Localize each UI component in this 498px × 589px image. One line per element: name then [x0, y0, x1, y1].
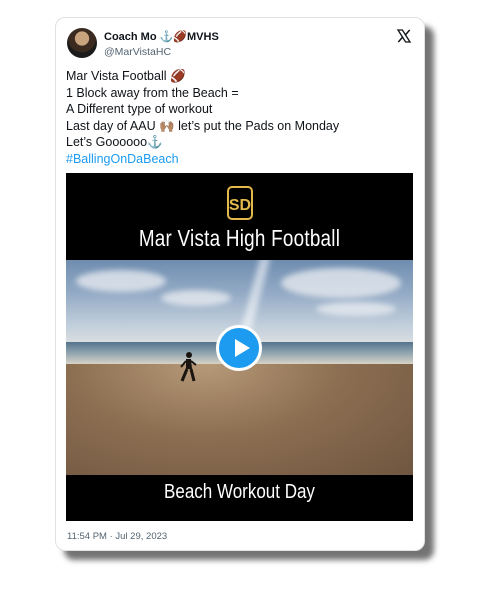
x-logo-icon[interactable] [396, 28, 412, 44]
author-name[interactable]: Coach Mo ⚓🏈MVHS [104, 30, 219, 43]
padres-logo-icon: SD [227, 186, 253, 220]
tweet-line: Let’s Goooooo⚓ [66, 135, 163, 149]
runner-figure [180, 352, 197, 382]
hashtag-link[interactable]: #BallingOnDaBeach [66, 151, 339, 168]
logo-lettering: SD [229, 197, 251, 214]
avatar[interactable] [67, 28, 97, 58]
video-caption: Beach Workout Day [164, 481, 315, 503]
play-icon[interactable] [216, 325, 262, 371]
tweet-line: 1 Block away from the Beach = [66, 85, 239, 100]
tweet-line: Last day of AAU 🙌🏽 let’s put the Pads on… [66, 118, 340, 133]
tweet-text: Mar Vista Football 🏈 1 Block away from t… [66, 68, 339, 167]
video-title: Mar Vista High Football [138, 225, 341, 251]
tweet-line: A Different type of workout [66, 102, 213, 116]
author-handle[interactable]: @MarVistaHC [104, 46, 171, 58]
video-player[interactable]: SD Mar Vista High Football Beach Workout… [66, 173, 413, 521]
tweet-line: Mar Vista Football 🏈 [66, 69, 186, 83]
tweet-card[interactable]: Coach Mo ⚓🏈MVHS @MarVistaHC Mar Vista Fo… [55, 17, 425, 551]
timestamp[interactable]: 11:54 PM · Jul 29, 2023 [67, 531, 167, 542]
